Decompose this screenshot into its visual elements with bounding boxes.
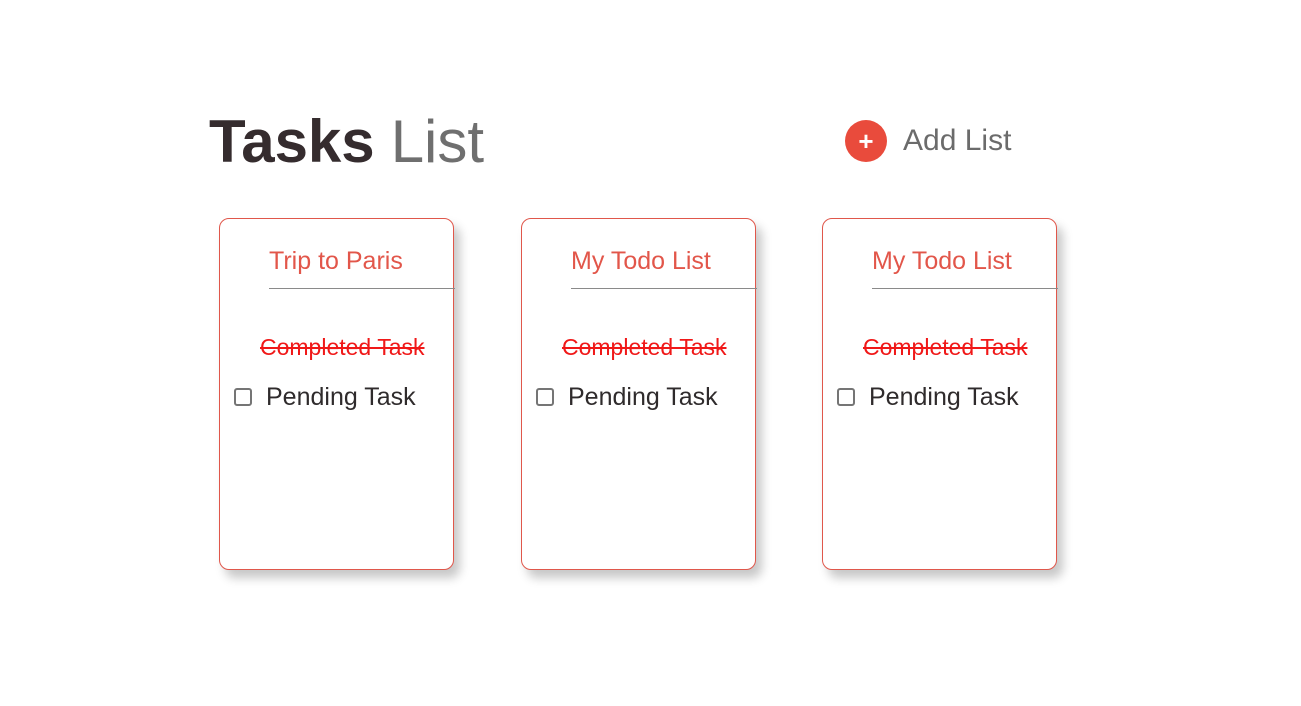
pending-task-item: Pending Task — [837, 381, 1019, 413]
pending-task-item: Pending Task — [234, 381, 416, 413]
completed-task[interactable]: Completed Task — [260, 333, 425, 361]
add-list-button[interactable]: + Add List — [845, 120, 1011, 162]
pending-task-label[interactable]: Pending Task — [869, 381, 1019, 413]
list-title[interactable]: Trip to Paris — [269, 245, 455, 289]
task-checkbox[interactable] — [837, 388, 855, 406]
page-title: Tasks List — [209, 106, 484, 178]
list-title[interactable]: My Todo List — [571, 245, 757, 289]
task-list-card: Trip to Paris Completed Task Pending Tas… — [219, 218, 455, 570]
pending-task-item: Pending Task — [536, 381, 718, 413]
list-title[interactable]: My Todo List — [872, 245, 1058, 289]
page: Tasks List + Add List Trip to Paris Compl… — [0, 0, 1301, 706]
task-list-card: My Todo List Completed Task Pending Task — [521, 218, 757, 570]
task-checkbox[interactable] — [536, 388, 554, 406]
completed-task[interactable]: Completed Task — [863, 333, 1028, 361]
add-list-label[interactable]: Add List — [903, 124, 1011, 158]
task-list-card: My Todo List Completed Task Pending Task — [822, 218, 1058, 570]
pending-task-label[interactable]: Pending Task — [568, 381, 718, 413]
completed-task[interactable]: Completed Task — [562, 333, 727, 361]
task-checkbox[interactable] — [234, 388, 252, 406]
pending-task-label[interactable]: Pending Task — [266, 381, 416, 413]
page-title-light: List — [390, 108, 485, 175]
plus-icon[interactable]: + — [845, 120, 887, 162]
page-title-bold: Tasks — [209, 108, 375, 175]
